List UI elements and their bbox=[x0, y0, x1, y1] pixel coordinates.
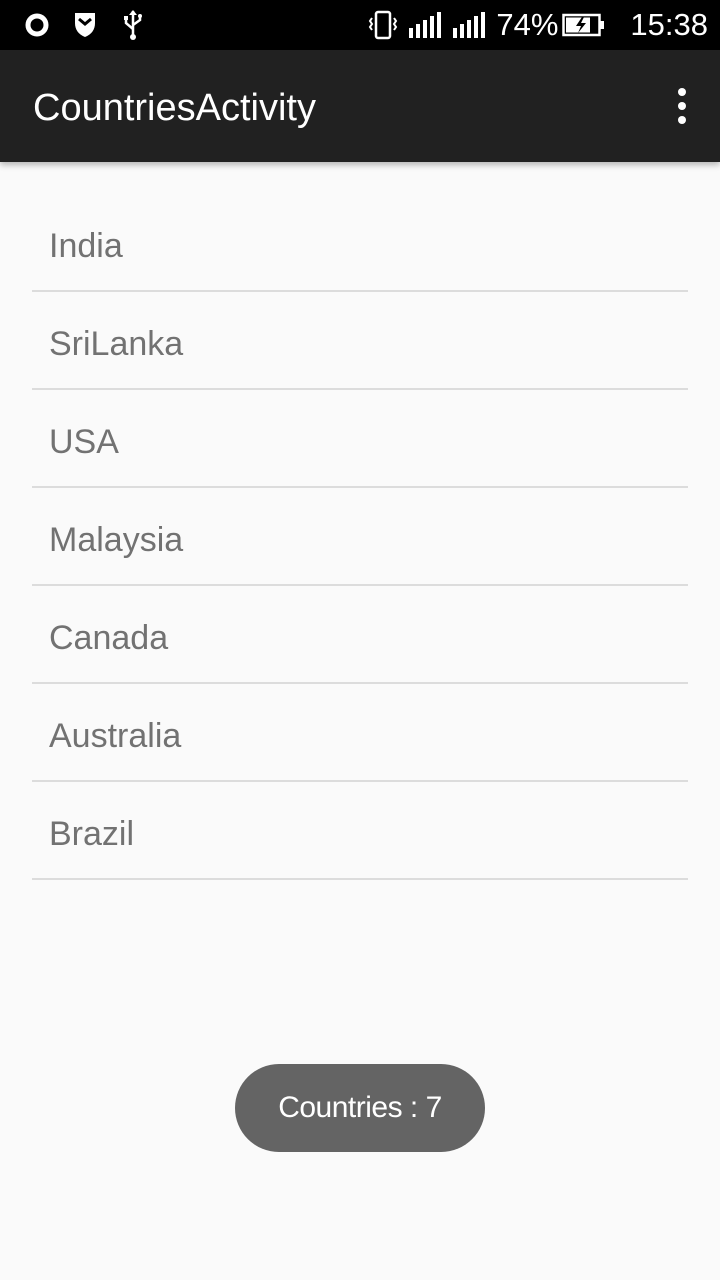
circle-notification-icon bbox=[22, 9, 52, 41]
list-item-malaysia[interactable]: Malaysia bbox=[32, 488, 688, 586]
vibrate-icon bbox=[368, 10, 398, 40]
shield-icon bbox=[70, 9, 100, 41]
country-label: Brazil bbox=[49, 815, 135, 853]
list-item-brazil[interactable]: Brazil bbox=[32, 782, 688, 880]
list-item-usa[interactable]: USA bbox=[32, 390, 688, 488]
toast-text: Countries : 7 bbox=[278, 1091, 442, 1124]
signal-icon bbox=[452, 10, 486, 40]
signal-icon bbox=[408, 10, 442, 40]
more-vert-icon[interactable] bbox=[664, 82, 700, 130]
menu-dot bbox=[678, 116, 686, 124]
list-item-australia[interactable]: Australia bbox=[32, 684, 688, 782]
app-bar: CountriesActivity bbox=[0, 50, 720, 162]
usb-icon bbox=[118, 9, 148, 41]
battery-charging-icon bbox=[562, 13, 606, 37]
country-label: Malaysia bbox=[49, 521, 184, 559]
status-bar: 74% 15:38 bbox=[0, 0, 720, 50]
country-label: India bbox=[49, 227, 123, 265]
status-time: 15:38 bbox=[630, 7, 708, 42]
menu-dot bbox=[678, 88, 686, 96]
country-label: SriLanka bbox=[49, 325, 184, 363]
country-label: USA bbox=[49, 423, 119, 461]
status-right-icons: 74% 15:38 bbox=[368, 0, 708, 50]
menu-dot bbox=[678, 102, 686, 110]
country-label: Canada bbox=[49, 619, 169, 657]
country-label: Australia bbox=[49, 717, 182, 755]
list-item-srilanka[interactable]: SriLanka bbox=[32, 292, 688, 390]
list-item-india[interactable]: India bbox=[32, 194, 688, 292]
battery-percent: 74% bbox=[496, 7, 559, 42]
list-item-canada[interactable]: Canada bbox=[32, 586, 688, 684]
toast-message: Countries : 7 bbox=[235, 1064, 485, 1152]
status-left-icons bbox=[22, 9, 166, 41]
country-list: India SriLanka USA Malaysia Canada Austr… bbox=[32, 194, 688, 880]
app-title: CountriesActivity bbox=[33, 87, 316, 129]
